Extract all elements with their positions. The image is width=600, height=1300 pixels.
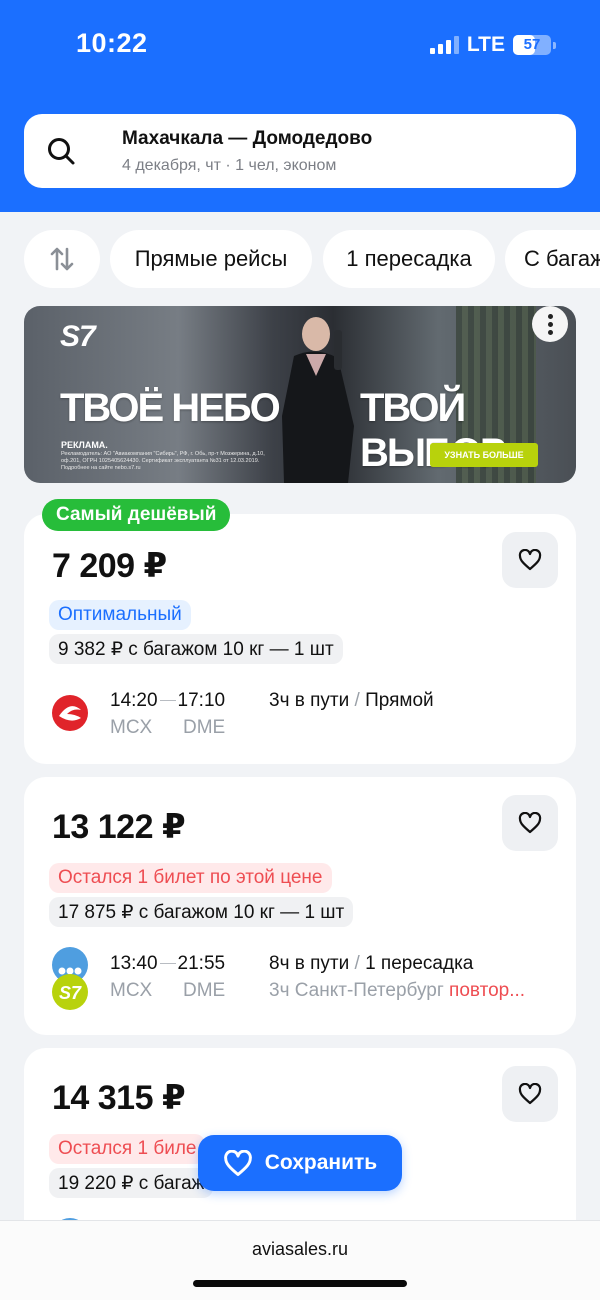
sort-button[interactable]: [24, 230, 100, 288]
arrival-airport: DME: [183, 980, 226, 1001]
app-header: 10:22 LTE 57 Махачкала — Домодедово 4 де…: [0, 0, 600, 212]
svg-text:S7: S7: [59, 983, 82, 1003]
duration-text: 3ч в пути: [269, 690, 350, 711]
route-type: 1 пересадка: [365, 953, 474, 974]
arrival-time: 17:10: [177, 690, 226, 711]
home-indicator[interactable]: [193, 1280, 407, 1287]
save-button-label: Сохранить: [264, 1151, 378, 1174]
browser-bar: aviasales.ru: [0, 1220, 600, 1300]
baggage-price: 19 220 ₽ с багаж: [49, 1168, 214, 1198]
ticket-card[interactable]: 7 209 ₽ Оптимальный 9 382 ₽ с багажом 10…: [24, 514, 576, 764]
layover-city: 3ч Санкт-Петербург: [269, 980, 444, 1001]
ticket-price: 14 315 ₽: [52, 1079, 186, 1117]
filter-one-stop[interactable]: 1 пересадка: [323, 230, 495, 288]
arrival-airport: DME: [183, 717, 226, 738]
heart-icon: [518, 812, 542, 834]
filter-direct[interactable]: Прямые рейсы: [110, 230, 312, 288]
duration-separator: /: [349, 953, 366, 974]
departure-airport: MCX: [110, 980, 153, 1001]
duration-separator: /: [349, 690, 366, 711]
ticket-price: 7 209 ₽: [52, 547, 167, 585]
departure-airport: MCX: [110, 717, 153, 738]
filter-bar: Прямые рейсы 1 пересадка С багаж: [24, 230, 600, 288]
ticket-tag: Остался 1 билет по этой цене: [49, 863, 332, 893]
save-search-button[interactable]: Сохранить: [198, 1135, 402, 1191]
ad-label: РЕКЛАМА.: [61, 440, 108, 450]
airport-codes: MCX DME: [110, 717, 256, 739]
layover-warning: повтор...: [449, 980, 526, 1001]
airline-logo-icon: [52, 695, 88, 731]
flight-times: 13:40 21:55: [110, 953, 225, 975]
ad-banner[interactable]: S7 ТВОЁ НЕБО ТВОЙ ВЫБОР РЕКЛАМА. Рекламо…: [24, 306, 576, 483]
ticket-card[interactable]: 13 122 ₽ Остался 1 билет по этой цене 17…: [24, 777, 576, 1035]
flight-duration: 3ч в пути / Прямой: [269, 690, 434, 712]
filter-baggage[interactable]: С багаж: [505, 230, 600, 288]
favorite-button[interactable]: [502, 1066, 558, 1122]
favorite-button[interactable]: [502, 532, 558, 588]
signal-icon: [429, 36, 459, 54]
baggage-price: 9 382 ₽ с багажом 10 кг — 1 шт: [49, 634, 343, 664]
airport-codes: MCX DME: [110, 980, 256, 1002]
ad-cta-button[interactable]: УЗНАТЬ БОЛЬШЕ: [430, 443, 538, 467]
departure-time: 13:40: [110, 953, 158, 974]
flight-times: 14:20 17:10: [110, 690, 225, 712]
sort-icon: [50, 247, 74, 271]
baggage-price: 17 875 ₽ с багажом 10 кг — 1 шт: [49, 897, 354, 927]
heart-icon: [518, 1083, 542, 1105]
duration-text: 8ч в пути: [269, 953, 350, 974]
battery-tip: [553, 41, 556, 49]
search-summary[interactable]: Махачкала — Домодедово 4 декабря, чт · 1…: [24, 114, 576, 188]
search-icon: [48, 138, 75, 165]
status-time: 10:22: [76, 28, 148, 58]
favorite-button[interactable]: [502, 795, 558, 851]
network-type: LTE: [466, 33, 505, 56]
layover-info: 3ч Санкт-Петербург повтор...: [269, 980, 559, 1002]
search-params: 4 декабря, чт · 1 чел, эконом: [122, 157, 337, 174]
ticket-price: 13 122 ₽: [52, 808, 186, 846]
s7-logo: S7: [60, 320, 96, 353]
route-type: Прямой: [365, 690, 434, 711]
departure-time: 14:20: [110, 690, 158, 711]
ticket-tag: Остался 1 биле: [49, 1134, 206, 1164]
arrival-time: 21:55: [177, 953, 226, 974]
cheapest-badge: Самый дешёвый: [42, 499, 231, 531]
status-indicators: LTE 57: [429, 33, 556, 57]
ad-more-icon[interactable]: [532, 306, 568, 342]
search-route: Махачкала — Домодедово: [122, 128, 373, 149]
ad-headline-left: ТВОЁ НЕБО: [60, 386, 281, 430]
battery-level: 57: [523, 36, 541, 53]
flight-duration: 8ч в пути / 1 пересадка: [269, 953, 473, 975]
browser-url[interactable]: aviasales.ru: [0, 1239, 600, 1260]
s7-airline-logo-icon: S7: [52, 974, 88, 1010]
heart-icon: [223, 1149, 252, 1176]
ticket-tag: Оптимальный: [49, 600, 191, 630]
heart-icon: [518, 549, 542, 571]
ad-disclaimer: Рекламодатель: АО "Авиакомпания "Сибирь"…: [61, 451, 265, 471]
battery-icon: 57: [513, 35, 551, 55]
